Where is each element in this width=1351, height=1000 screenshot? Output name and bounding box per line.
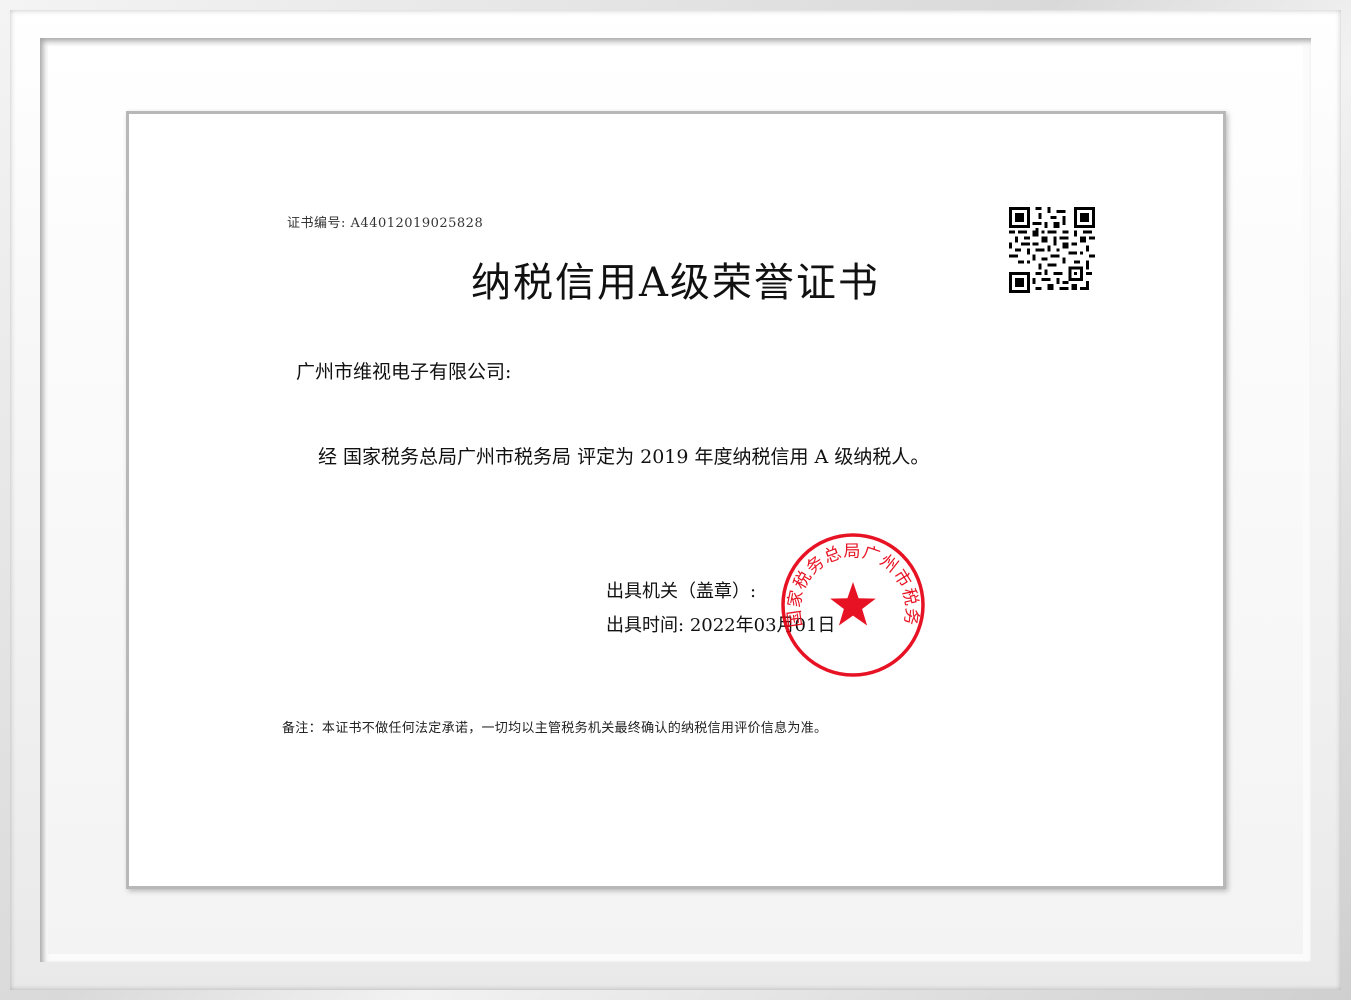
certificate-title: 纳税信用A级荣誉证书: [471, 260, 880, 306]
certificate-number: 证书编号: A44012019025828: [287, 212, 483, 231]
issuing-authority-label: 出具机关（盖章）:: [606, 581, 757, 602]
certificate-number-label: 证书编号:: [287, 216, 346, 231]
official-seal-icon: 国家税务总局广州市税务局: [780, 532, 925, 677]
credit-statement: 经 国家税务总局广州市税务局 评定为 2019 年度纳税信用 A 级纳税人。: [318, 446, 930, 468]
remark-note: 备注：本证书不做任何法定承诺，一切均以主管税务机关最终确认的纳税信用评价信息为准…: [282, 721, 828, 736]
issue-date-label: 出具时间:: [606, 615, 685, 636]
certificate-number-value: A44012019025828: [350, 216, 484, 231]
recipient-name: 广州市维视电子有限公司:: [296, 361, 512, 383]
